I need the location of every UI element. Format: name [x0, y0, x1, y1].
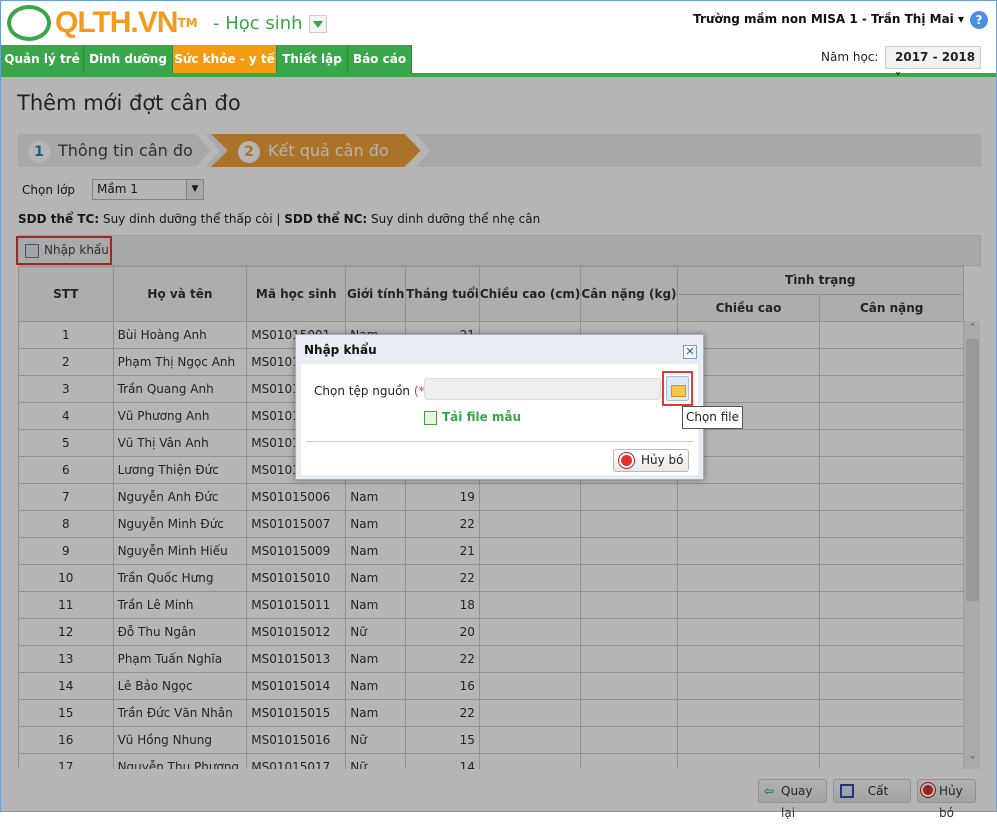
- browse-highlight: [662, 371, 693, 406]
- source-label-text: Chọn tệp nguồn: [314, 384, 414, 398]
- year-select[interactable]: 2017 - 2018 ˅: [885, 46, 981, 85]
- help-icon[interactable]: ?: [970, 11, 988, 29]
- folder-open-icon[interactable]: [666, 376, 689, 401]
- trademark: TM: [177, 16, 198, 30]
- user-menu[interactable]: Trường mầm non MISA 1 - Trần Thị Mai ▾: [693, 12, 964, 26]
- excel-icon: [424, 411, 437, 425]
- source-file-label: Chọn tệp nguồn (*): [314, 384, 429, 398]
- cancel-icon: [619, 453, 634, 468]
- source-file-input[interactable]: [424, 378, 661, 400]
- import-dialog: Nhập khẩu ✕ Chọn tệp nguồn (*) Tải file …: [295, 334, 704, 480]
- graduation-cap-icon: [7, 5, 51, 41]
- download-template-link[interactable]: Tải file mẫu: [424, 410, 522, 425]
- tab-bao-cao[interactable]: Báo cáo: [348, 45, 412, 73]
- tab-dinh-duong[interactable]: Dinh dưỡng: [84, 45, 173, 73]
- tab-quan-ly-tre[interactable]: Quản lý trẻ: [1, 45, 84, 73]
- choose-file-tooltip: Chọn file: [682, 406, 743, 429]
- template-link-label: Tải file mẫu: [442, 410, 522, 424]
- logo[interactable]: QLTH.VN TM: [7, 5, 198, 41]
- app-header: QLTH.VN TM - Học sinh Trường mầm non MISA…: [1, 1, 996, 45]
- dialog-cancel-label: Hủy bó: [641, 453, 684, 467]
- dialog-cancel-button[interactable]: Hủy bó: [613, 449, 689, 472]
- module-label: - Học sinh: [213, 13, 303, 34]
- dialog-title: Nhập khẩu: [304, 343, 377, 357]
- year-label: Năm học:: [821, 50, 879, 64]
- logo-text: QLTH.VN: [55, 6, 178, 39]
- tab-suc-khoe[interactable]: Sức khỏe - y tế: [173, 45, 277, 73]
- dialog-body: Chọn tệp nguồn (*) Tải file mẫu Hủy bó: [301, 364, 698, 475]
- tab-thiet-lap[interactable]: Thiết lập: [277, 45, 348, 73]
- chevron-down-icon[interactable]: [308, 14, 327, 33]
- module-switcher[interactable]: - Học sinh: [213, 13, 327, 34]
- close-icon[interactable]: ✕: [683, 345, 697, 359]
- divider: [306, 441, 693, 442]
